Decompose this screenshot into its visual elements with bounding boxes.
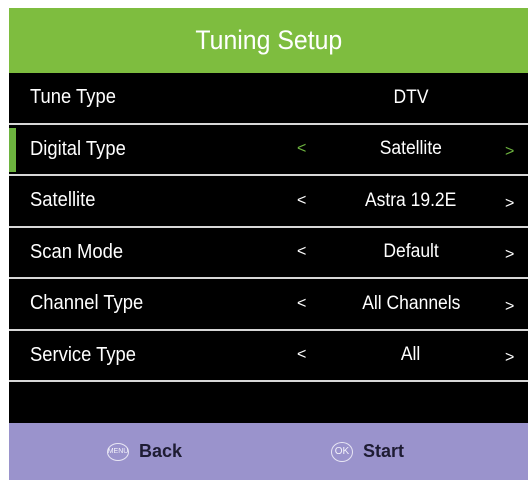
menu-button-icon: MENU bbox=[107, 442, 129, 461]
start-button[interactable]: OK Start bbox=[331, 423, 404, 480]
row-value: All bbox=[401, 344, 421, 366]
header-bar: Tuning Setup bbox=[9, 8, 528, 73]
start-label: Start bbox=[363, 441, 405, 461]
right-arrow-icon[interactable]: > bbox=[505, 228, 514, 278]
left-arrow-icon[interactable]: < bbox=[297, 279, 306, 329]
left-arrow-icon[interactable]: < bbox=[297, 125, 306, 175]
settings-list: Tune Type DTV Digital Type < Satellite >… bbox=[9, 73, 528, 382]
row-value: Default bbox=[383, 241, 439, 263]
page-title: Tuning Setup bbox=[195, 25, 342, 55]
row-label: Tune Type bbox=[30, 86, 116, 109]
right-arrow-icon[interactable]: > bbox=[505, 176, 514, 226]
back-button[interactable]: MENU Back bbox=[107, 423, 182, 480]
right-arrow-icon[interactable]: > bbox=[505, 125, 514, 175]
row-label: Service Type bbox=[30, 343, 137, 366]
row-scan-mode[interactable]: Scan Mode < Default > bbox=[9, 228, 528, 279]
row-value: DTV bbox=[393, 86, 429, 108]
left-arrow-icon[interactable]: < bbox=[297, 331, 306, 381]
row-label: Channel Type bbox=[30, 292, 144, 315]
row-tune-type[interactable]: Tune Type DTV bbox=[9, 73, 528, 125]
back-label: Back bbox=[139, 441, 183, 461]
footer-bar: MENU Back OK Start bbox=[9, 423, 528, 480]
right-arrow-icon[interactable]: > bbox=[505, 331, 514, 381]
tuning-setup-panel: Tuning Setup Tune Type DTV Digital Type … bbox=[9, 8, 528, 480]
ok-button-icon: OK bbox=[331, 441, 353, 462]
row-value: Astra 19.2E bbox=[365, 189, 457, 211]
row-label: Digital Type bbox=[30, 137, 126, 160]
row-value: Satellite bbox=[379, 138, 443, 160]
left-arrow-icon[interactable]: < bbox=[297, 228, 306, 278]
row-label: Satellite bbox=[30, 189, 96, 212]
row-label: Scan Mode bbox=[30, 240, 124, 263]
left-arrow-icon[interactable]: < bbox=[297, 176, 306, 226]
row-digital-type[interactable]: Digital Type < Satellite > bbox=[9, 125, 528, 176]
row-value: All Channels bbox=[361, 292, 461, 314]
row-service-type[interactable]: Service Type < All > bbox=[9, 331, 528, 382]
right-arrow-icon[interactable]: > bbox=[505, 279, 514, 329]
row-satellite[interactable]: Satellite < Astra 19.2E > bbox=[9, 176, 528, 228]
row-channel-type[interactable]: Channel Type < All Channels > bbox=[9, 279, 528, 331]
selection-indicator bbox=[9, 127, 16, 172]
